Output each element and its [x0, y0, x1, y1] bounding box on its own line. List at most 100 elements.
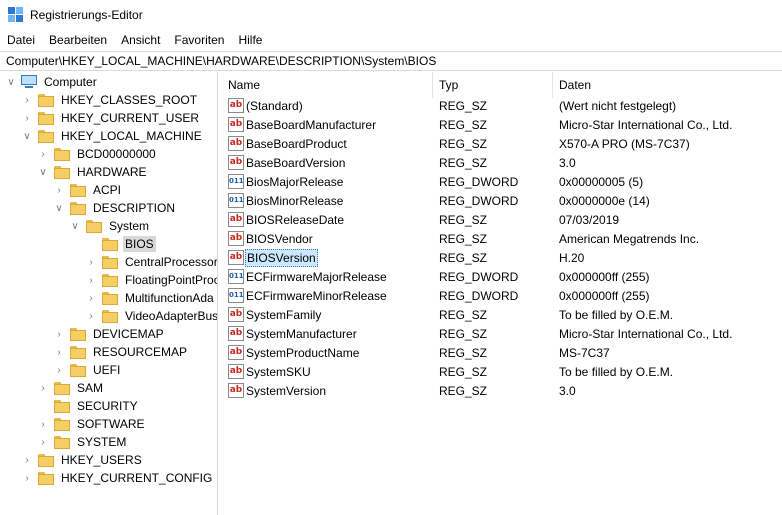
folder-icon [38, 129, 54, 143]
tree-node-security[interactable]: SECURITY [38, 397, 140, 415]
tree-node-label: DESCRIPTION [93, 201, 176, 215]
value-type: REG_SZ [439, 155, 488, 170]
menu-ansicht[interactable]: Ansicht [114, 30, 167, 50]
reg-dword-icon: 011 [228, 174, 244, 189]
tree-node-floatingpointproc[interactable]: › FloatingPointProc [86, 271, 217, 289]
table-row[interactable]: 011 ECFirmwareMajorRelease REG_DWORD 0x0000… [222, 267, 782, 286]
chevron-right-icon[interactable]: › [86, 307, 96, 325]
column-header-type[interactable]: Typ [433, 72, 553, 98]
chevron-right-icon[interactable]: › [54, 325, 64, 343]
tree-node-hkey_local_machine[interactable]: ∨ HKEY_LOCAL_MACHINE [22, 127, 204, 145]
chevron-right-icon[interactable]: › [86, 253, 96, 271]
table-row[interactable]: ab BIOSVendor REG_SZ American Megatrends In… [222, 229, 782, 248]
column-header-name[interactable]: Name [222, 72, 433, 98]
tree-node-label: HKEY_CLASSES_ROOT [61, 93, 198, 107]
tree-node-label: SYSTEM [77, 435, 127, 449]
folder-icon [38, 471, 54, 485]
tree-node-hardware[interactable]: ∨ HARDWARE [38, 163, 149, 181]
chevron-right-icon[interactable]: › [38, 145, 48, 163]
chevron-down-icon[interactable]: ∨ [38, 163, 48, 181]
table-row[interactable]: ab BIOSVersion REG_SZ H.20 [222, 248, 782, 267]
table-row[interactable]: 011 ECFirmwareMinorRelease REG_DWORD 0x0000… [222, 286, 782, 305]
chevron-down-icon[interactable]: ∨ [54, 199, 64, 217]
tree-node-uefi[interactable]: › UEFI [54, 361, 122, 379]
table-row[interactable]: ab (Standard) REG_SZ (Wert nicht festgelegt… [222, 96, 782, 115]
tree-node-label: Computer [44, 75, 97, 89]
tree-node-hkey_current_user[interactable]: › HKEY_CURRENT_USER [22, 109, 201, 127]
table-row[interactable]: 011 BiosMajorRelease REG_DWORD 0x00000005 (… [222, 172, 782, 191]
value-type: REG_SZ [439, 250, 488, 265]
menu-favoriten[interactable]: Favoriten [167, 30, 231, 50]
chevron-right-icon[interactable]: › [22, 109, 32, 127]
menu-bearbeiten[interactable]: Bearbeiten [42, 30, 114, 50]
value-name: SystemVersion [246, 383, 327, 398]
table-row[interactable]: ab SystemFamily REG_SZ To be filled by O.E.… [222, 305, 782, 324]
chevron-down-icon[interactable]: ∨ [70, 217, 80, 235]
values-list[interactable]: Name Typ Daten ab (Standard) REG_SZ (Wert n… [222, 72, 782, 515]
tree-node-system[interactable]: › SYSTEM [38, 433, 128, 451]
chevron-down-icon[interactable]: ∨ [22, 127, 32, 145]
chevron-right-icon[interactable]: › [38, 433, 48, 451]
tree-node-software[interactable]: › SOFTWARE [38, 415, 147, 433]
tree-node-devicemap[interactable]: › DEVICEMAP [54, 325, 166, 343]
tree-node-multifunctionada[interactable]: › MultifunctionAda [86, 289, 216, 307]
tree-node-label: System [109, 219, 150, 233]
tree-node-acpi[interactable]: › ACPI [54, 181, 123, 199]
table-row[interactable]: ab SystemProductName REG_SZ MS-7C37 [222, 343, 782, 362]
table-row[interactable]: ab BaseBoardProduct REG_SZ X570-A PRO (MS-7… [222, 134, 782, 153]
table-row[interactable]: ab BIOSReleaseDate REG_SZ 07/03/2019 [222, 210, 782, 229]
tree-node-label: BCD00000000 [77, 147, 156, 161]
tree-node-sam[interactable]: › SAM [38, 379, 105, 397]
table-row[interactable]: ab SystemSKU REG_SZ To be filled by O.E.M. [222, 362, 782, 381]
chevron-right-icon[interactable]: › [86, 289, 96, 307]
table-row[interactable]: ab SystemVersion REG_SZ 3.0 [222, 381, 782, 400]
tree-node-computer[interactable]: ∨ Computer [6, 73, 99, 91]
chevron-right-icon[interactable]: › [54, 361, 64, 379]
chevron-right-icon[interactable]: › [22, 91, 32, 109]
chevron-right-icon[interactable]: › [22, 451, 32, 469]
chevron-right-icon[interactable]: › [38, 415, 48, 433]
value-type: REG_SZ [439, 136, 488, 151]
table-row[interactable]: ab BaseBoardManufacturer REG_SZ Micro-Star … [222, 115, 782, 134]
value-name-cell: 011 ECFirmwareMajorRelease [222, 269, 433, 285]
menu-bar: Datei Bearbeiten Ansicht Favoriten Hilfe [0, 30, 782, 50]
tree-node-resourcemap[interactable]: › RESOURCEMAP [54, 343, 189, 361]
table-row[interactable]: ab BaseBoardVersion REG_SZ 3.0 [222, 153, 782, 172]
value-name: BaseBoardVersion [246, 155, 346, 170]
tree-node-label: HKEY_LOCAL_MACHINE [61, 129, 202, 143]
reg-sz-icon: ab [228, 364, 244, 379]
tree-node-hkey_classes_root[interactable]: › HKEY_CLASSES_ROOT [22, 91, 199, 109]
column-header-data[interactable]: Daten [553, 72, 782, 98]
value-data: (Wert nicht festgelegt) [559, 98, 677, 113]
reg-sz-icon: ab [228, 250, 244, 265]
registry-tree[interactable]: ∨ Computer › HKEY_CLASSES_ROOT › HKEY_CURRENT… [0, 72, 218, 515]
tree-node-hkey_users[interactable]: › HKEY_USERS [22, 451, 144, 469]
chevron-right-icon[interactable]: › [86, 271, 96, 289]
tree-node-label: MultifunctionAda [125, 291, 214, 305]
value-data: 3.0 [559, 155, 576, 170]
chevron-right-icon[interactable]: › [54, 343, 64, 361]
tree-node-bios[interactable]: BIOS [86, 235, 156, 253]
value-name-cell: 011 BiosMajorRelease [222, 174, 433, 190]
tree-node-bcd00000000[interactable]: › BCD00000000 [38, 145, 158, 163]
chevron-right-icon[interactable]: › [54, 181, 64, 199]
tree-node-label: HKEY_USERS [61, 453, 142, 467]
tree-node-hkey_current_config[interactable]: › HKEY_CURRENT_CONFIG [22, 469, 214, 487]
value-name-cell: ab BIOSVersion [222, 248, 433, 267]
menu-hilfe[interactable]: Hilfe [231, 30, 269, 50]
chevron-right-icon[interactable]: › [38, 379, 48, 397]
address-bar[interactable]: Computer\HKEY_LOCAL_MACHINE\HARDWARE\DES… [0, 51, 782, 71]
table-row[interactable]: ab SystemManufacturer REG_SZ Micro-Star Int… [222, 324, 782, 343]
chevron-down-icon[interactable]: ∨ [6, 73, 16, 91]
value-type: REG_SZ [439, 98, 488, 113]
tree-node-system[interactable]: ∨ System [70, 217, 151, 235]
table-row[interactable]: 011 BiosMinorRelease REG_DWORD 0x0000000e (… [222, 191, 782, 210]
tree-node-videoadapterbus[interactable]: › VideoAdapterBus [86, 307, 217, 325]
tree-node-description[interactable]: ∨ DESCRIPTION [54, 199, 177, 217]
tree-node-label: UEFI [93, 363, 121, 377]
menu-datei[interactable]: Datei [0, 30, 42, 50]
reg-sz-icon: ab [228, 136, 244, 151]
tree-node-centralprocessor[interactable]: › CentralProcessor [86, 253, 217, 271]
value-type: REG_SZ [439, 383, 488, 398]
chevron-right-icon[interactable]: › [22, 469, 32, 487]
